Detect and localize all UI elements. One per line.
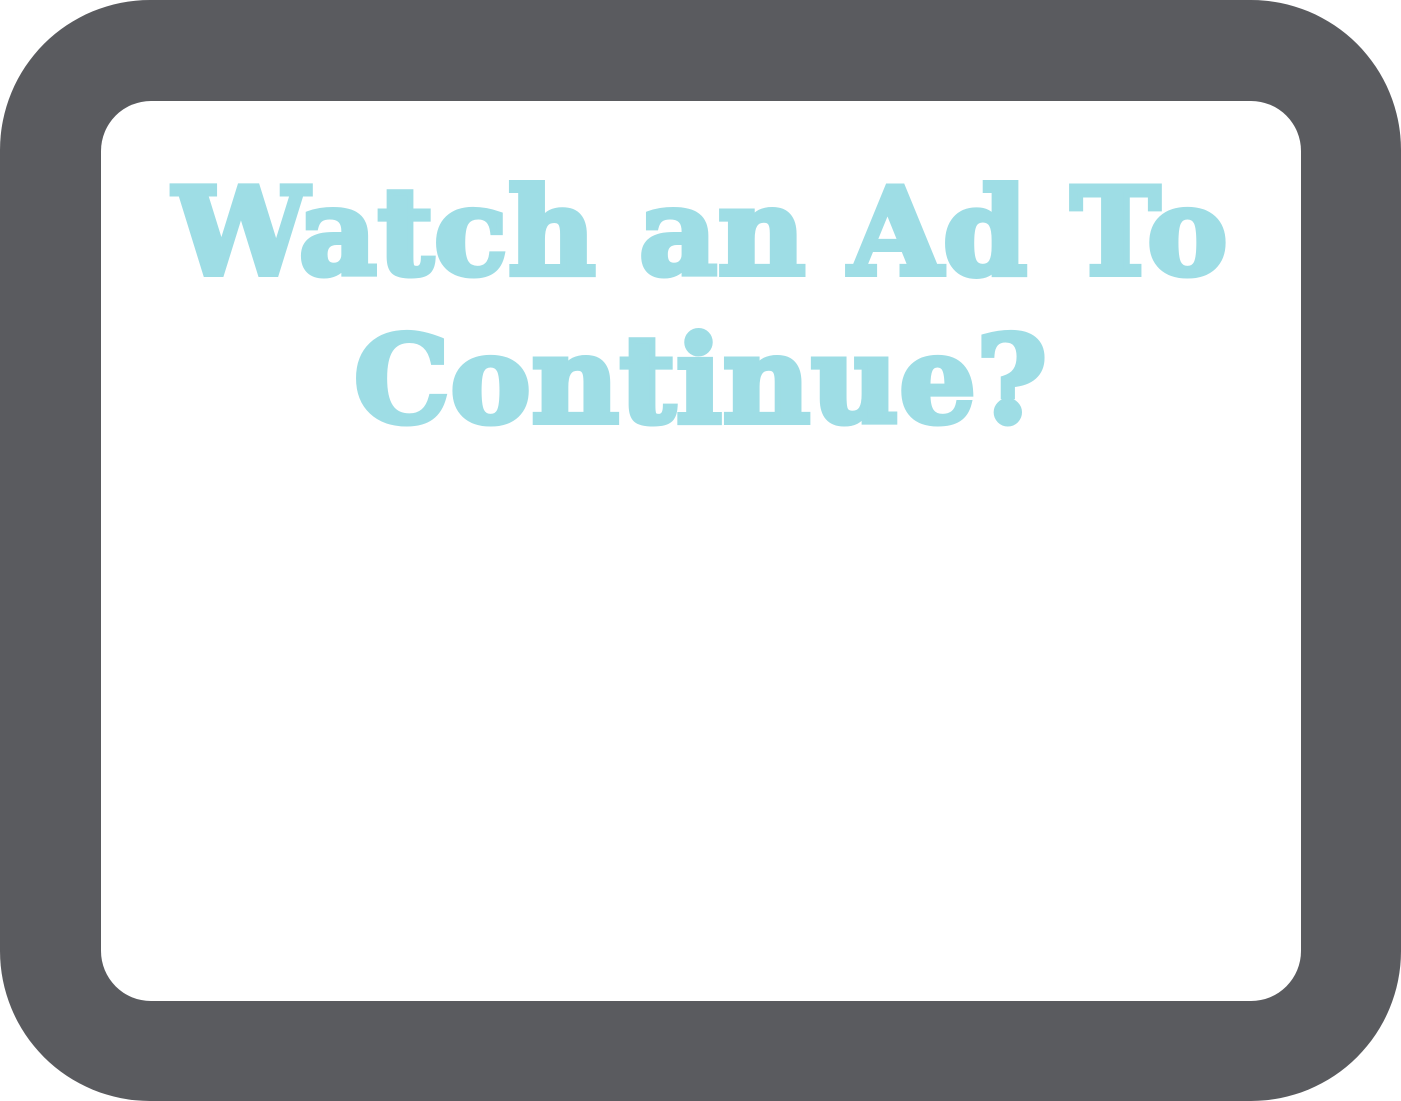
ad-prompt-title: Watch an Ad To Continue?	[101, 159, 1301, 455]
ad-prompt-title-line-1: Watch an Ad To	[171, 159, 1231, 306]
ad-prompt-title-line-2: Continue?	[351, 307, 1050, 454]
ad-prompt-panel: Watch an Ad To Continue?	[101, 101, 1301, 1001]
ad-prompt-frame: Watch an Ad To Continue?	[0, 0, 1401, 1101]
